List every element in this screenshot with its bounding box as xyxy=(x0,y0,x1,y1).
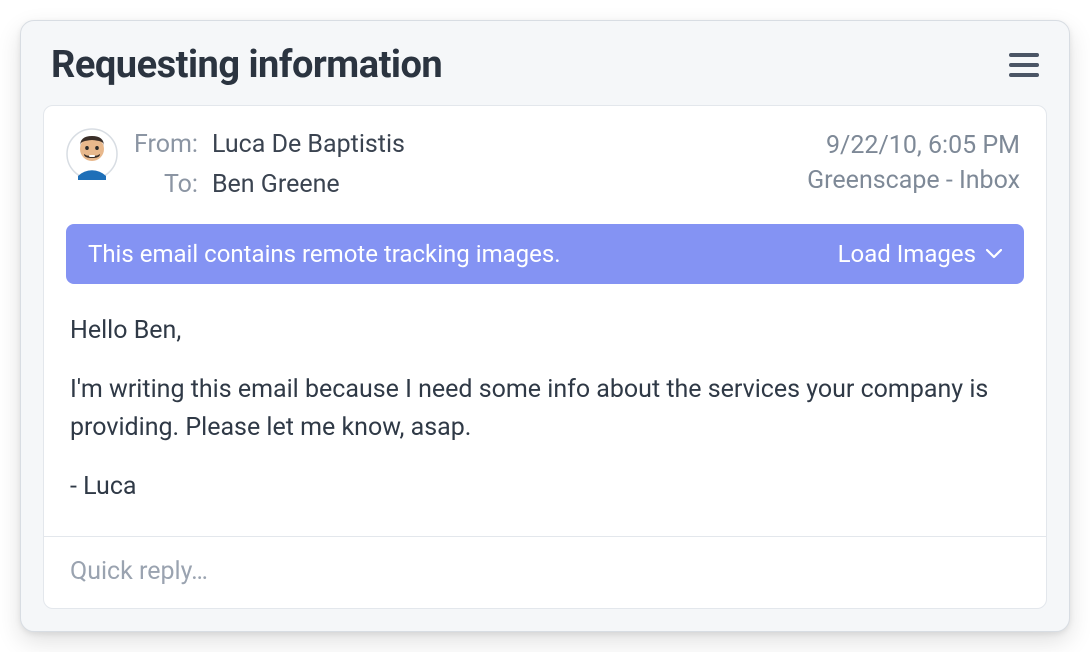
menu-icon[interactable] xyxy=(1009,53,1039,77)
email-meta-right: 9/22/10, 6:05 PM Greenscape - Inbox xyxy=(807,128,1020,198)
chevron-down-icon xyxy=(986,249,1002,259)
from-value: Luca De Baptistis xyxy=(212,128,405,162)
quick-reply-input[interactable] xyxy=(44,537,1046,608)
from-label: From: xyxy=(134,128,198,162)
email-meta: From: Luca De Baptistis To: Ben Greene 9… xyxy=(134,128,1020,202)
avatar xyxy=(66,128,118,180)
titlebar: Requesting information xyxy=(21,21,1069,105)
window-title: Requesting information xyxy=(51,43,442,87)
banner-message: This email contains remote tracking imag… xyxy=(88,240,561,268)
email-meta-left: From: Luca De Baptistis To: Ben Greene xyxy=(134,128,405,202)
body-signoff: - Luca xyxy=(70,468,1020,506)
load-images-button[interactable]: Load Images xyxy=(838,240,1002,268)
load-images-label: Load Images xyxy=(838,240,976,268)
to-value: Ben Greene xyxy=(212,168,405,202)
quick-reply xyxy=(44,536,1046,608)
email-card: From: Luca De Baptistis To: Ben Greene 9… xyxy=(43,105,1047,609)
folder-label: Greenscape - Inbox xyxy=(807,163,1020,198)
to-label: To: xyxy=(134,168,198,202)
timestamp: 9/22/10, 6:05 PM xyxy=(807,128,1020,163)
email-body: Hello Ben, I'm writing this email becaus… xyxy=(44,284,1046,536)
tracking-banner: This email contains remote tracking imag… xyxy=(66,224,1024,284)
email-window: Requesting information F xyxy=(20,20,1070,632)
email-header: From: Luca De Baptistis To: Ben Greene 9… xyxy=(44,106,1046,214)
body-greeting: Hello Ben, xyxy=(70,312,1020,350)
body-paragraph: I'm writing this email because I need so… xyxy=(70,371,1020,446)
